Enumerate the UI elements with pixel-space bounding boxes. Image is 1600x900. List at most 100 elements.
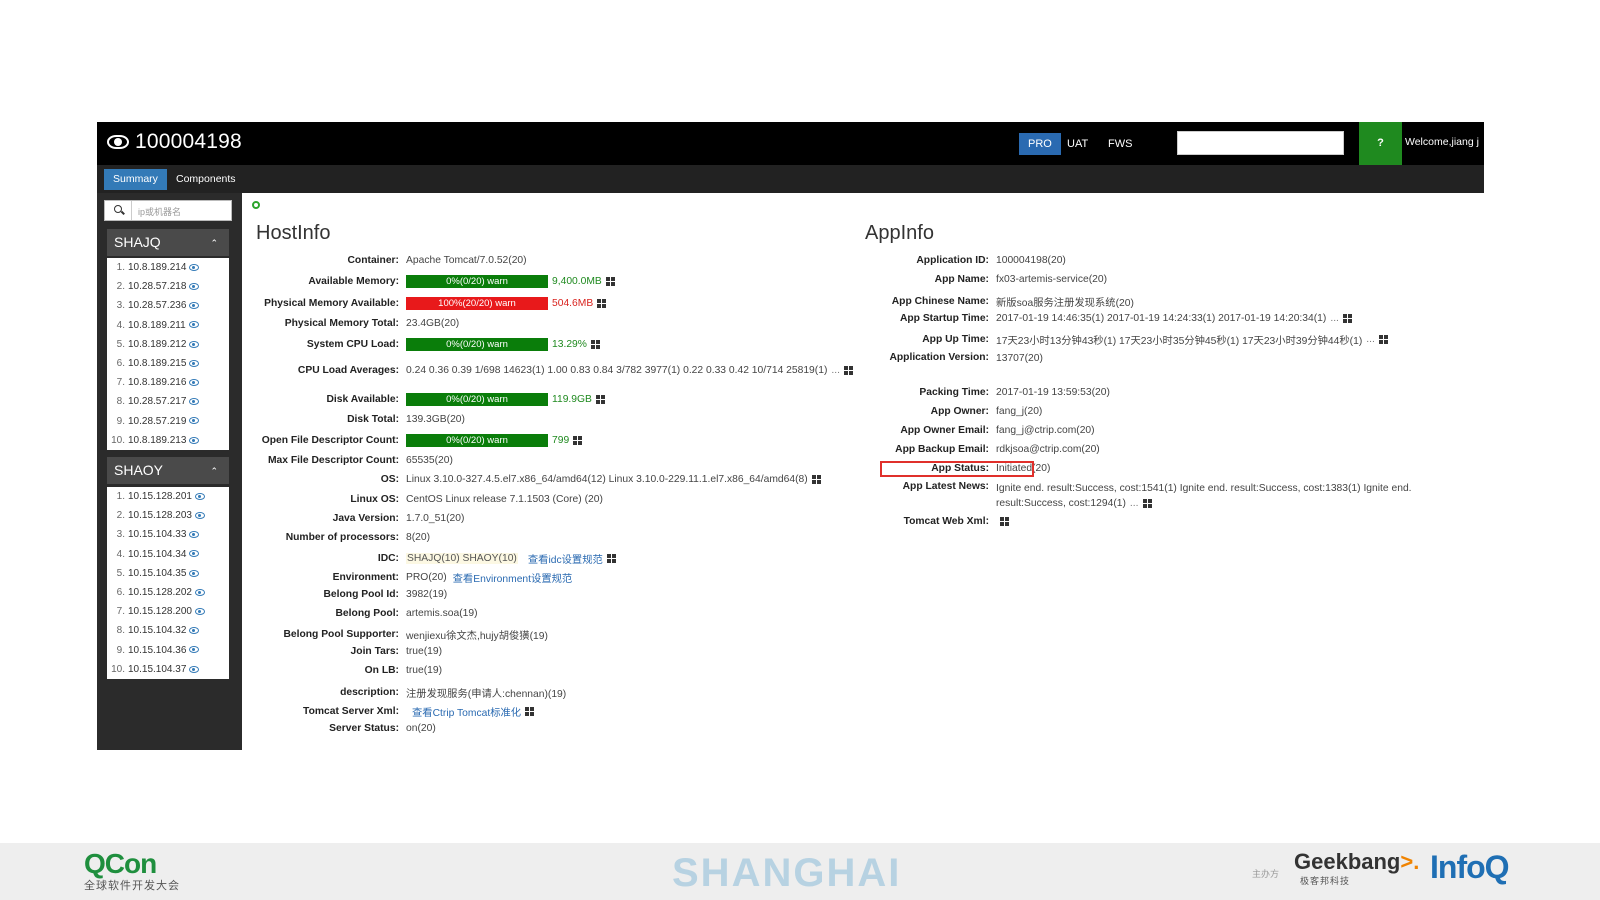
appinfo-row: App Owner Email: fang_j@ctrip.com(20) <box>865 425 1094 436</box>
host-item[interactable]: 2. 10.28.57.218 <box>107 277 229 296</box>
host-item[interactable]: 2. 10.15.128.203 <box>107 506 229 525</box>
grid-detail-icon[interactable] <box>1378 335 1388 344</box>
host-item[interactable]: 10. 10.15.104.37 <box>107 660 229 679</box>
view-eye-icon[interactable] <box>189 436 200 444</box>
tab-summary[interactable]: Summary <box>104 169 167 190</box>
hostinfo-row: Open File Descriptor Count: 0%(0/20) warn… <box>252 434 583 447</box>
view-eye-icon[interactable] <box>189 378 200 386</box>
grid-detail-icon[interactable] <box>1142 499 1152 508</box>
host-item[interactable]: 3. 10.28.57.236 <box>107 296 229 315</box>
grid-detail-icon[interactable] <box>811 475 821 484</box>
host-item[interactable]: 5. 10.8.189.212 <box>107 335 229 354</box>
view-eye-icon[interactable] <box>189 398 200 406</box>
view-eye-icon[interactable] <box>189 417 200 425</box>
hostinfo-label: Environment: <box>332 572 399 583</box>
host-item[interactable]: 10. 10.8.189.213 <box>107 431 229 450</box>
grid-detail-icon[interactable] <box>573 436 583 445</box>
view-eye-icon[interactable] <box>189 550 200 558</box>
host-item[interactable]: 1. 10.8.189.214 <box>107 258 229 277</box>
appinfo-label: App Chinese Name: <box>891 296 989 307</box>
host-item[interactable]: 7. 10.15.128.200 <box>107 602 229 621</box>
view-eye-icon[interactable] <box>189 665 200 673</box>
chevron-up-icon[interactable]: ⌃ <box>210 230 218 257</box>
appinfo-row: Application ID: 100004198(20) <box>865 255 1066 266</box>
usage-value: 9,400.0MB <box>552 276 602 287</box>
geekbang-arrow: >. <box>1400 849 1420 874</box>
tab-components[interactable]: Components <box>167 169 245 190</box>
env-button-fws[interactable]: FWS <box>1099 133 1141 155</box>
view-eye-icon[interactable] <box>194 588 205 596</box>
grid-detail-icon[interactable] <box>1000 517 1009 526</box>
appinfo-value: rdkjsoa@ctrip.com(20) <box>996 444 1100 455</box>
view-eye-icon[interactable] <box>189 646 200 654</box>
group-header-shajq[interactable]: SHAJQ ⌃ <box>107 229 229 256</box>
usage-value: 799 <box>552 435 570 446</box>
hostinfo-row: Linux OS: CentOS Linux release 7.1.1503 (… <box>252 494 603 505</box>
welcome-menu[interactable]: Welcome,jiang j <box>1405 136 1479 148</box>
host-item[interactable]: 6. 10.8.189.215 <box>107 354 229 373</box>
hostinfo-value: PRO(20) 查看Environment设置规范 <box>406 570 572 585</box>
view-eye-icon[interactable] <box>189 340 200 348</box>
more-ellipsis[interactable]: ... <box>1130 496 1139 511</box>
infoq-logo: InfoQ <box>1430 849 1510 885</box>
more-ellipsis[interactable]: ... <box>831 365 840 376</box>
view-eye-icon[interactable] <box>188 321 199 329</box>
hostinfo-row: OS: Linux 3.10.0-327.4.5.el7.x86_64/amd64… <box>252 474 821 485</box>
host-item[interactable]: 9. 10.15.104.36 <box>107 641 229 660</box>
view-eye-icon[interactable] <box>189 359 200 367</box>
host-item[interactable]: 9. 10.28.57.219 <box>107 412 229 431</box>
more-ellipsis[interactable]: ... <box>1366 334 1375 345</box>
host-item[interactable]: 8. 10.28.57.217 <box>107 392 229 411</box>
host-item[interactable]: 4. 10.15.104.34 <box>107 545 229 564</box>
grid-detail-icon[interactable] <box>606 554 616 563</box>
view-eye-icon[interactable] <box>194 512 205 520</box>
brand[interactable]: 100004198 <box>107 130 242 154</box>
group-header-shaoy[interactable]: SHAOY ⌃ <box>107 457 229 484</box>
hostinfo-row: CPU Load Averages: 0.24 0.36 0.39 1/698 1… <box>252 365 853 376</box>
host-item[interactable]: 5. 10.15.104.35 <box>107 564 229 583</box>
view-eye-icon[interactable] <box>189 531 200 539</box>
grid-detail-icon[interactable] <box>597 299 607 308</box>
usage-value: 119.9GB <box>552 394 592 405</box>
appinfo-label: Application ID: <box>916 255 989 266</box>
view-eye-icon[interactable] <box>189 627 200 635</box>
value-text: Apache Tomcat/7.0.52(20) <box>406 255 527 266</box>
host-item[interactable]: 6. 10.15.128.202 <box>107 583 229 602</box>
host-item[interactable]: 7. 10.8.189.216 <box>107 373 229 392</box>
grid-detail-icon[interactable] <box>590 340 600 349</box>
grid-detail-icon[interactable] <box>843 366 853 375</box>
view-eye-icon[interactable] <box>189 263 200 271</box>
chevron-up-icon[interactable]: ⌃ <box>210 458 218 485</box>
env-button-pro[interactable]: PRO <box>1019 133 1061 155</box>
spec-link[interactable]: 查看idc设置规范 <box>528 551 603 566</box>
spec-link[interactable]: 查看Ctrip Tomcat标准化 <box>412 704 521 719</box>
appinfo-label: App Owner: <box>930 406 989 417</box>
hostinfo-row: Physical Memory Total: 23.4GB(20) <box>252 318 460 329</box>
host-item[interactable]: 3. 10.15.104.33 <box>107 525 229 544</box>
grid-detail-icon[interactable] <box>1342 314 1352 323</box>
view-eye-icon[interactable] <box>194 607 205 615</box>
hostinfo-row: Environment: PRO(20) 查看Environment设置规范 <box>252 570 573 585</box>
help-button[interactable]: ? <box>1359 122 1402 165</box>
env-button-uat[interactable]: UAT <box>1058 133 1097 155</box>
host-item[interactable]: 4. 10.8.189.211 <box>107 316 229 335</box>
host-search-input[interactable]: ip或机器名 <box>104 200 232 221</box>
view-eye-icon[interactable] <box>189 283 200 291</box>
hostinfo-row: Java Version: 1.7.0_51(20) <box>252 513 465 524</box>
view-eye-icon[interactable] <box>189 569 200 577</box>
view-eye-icon[interactable] <box>189 302 200 310</box>
more-ellipsis[interactable]: ... <box>1330 313 1339 324</box>
view-eye-icon[interactable] <box>194 492 205 500</box>
hostinfo-label: Join Tars: <box>350 646 399 657</box>
spec-link[interactable]: 查看Environment设置规范 <box>453 570 573 585</box>
grid-detail-icon[interactable] <box>605 277 615 286</box>
value-text: 2017-01-19 14:46:35(1) 2017-01-19 14:24:… <box>996 313 1327 324</box>
grid-detail-icon[interactable] <box>525 707 535 716</box>
value-text: 13707(20) <box>996 352 1043 364</box>
hostinfo-value: artemis.soa(19) <box>406 608 478 619</box>
grid-detail-icon[interactable] <box>595 395 605 404</box>
top-search-input[interactable] <box>1177 131 1344 155</box>
host-item[interactable]: 8. 10.15.104.32 <box>107 621 229 640</box>
appinfo-label: App Name: <box>934 274 989 285</box>
host-item[interactable]: 1. 10.15.128.201 <box>107 487 229 506</box>
